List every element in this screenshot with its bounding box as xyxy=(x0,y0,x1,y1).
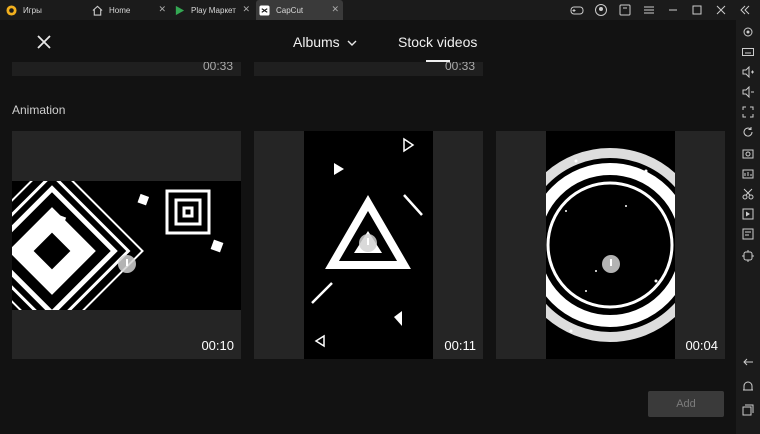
screenshot-icon[interactable] xyxy=(742,148,754,160)
account-icon[interactable] xyxy=(594,3,608,17)
download-icon[interactable] xyxy=(602,255,620,273)
recent-apps-icon[interactable] xyxy=(742,404,754,416)
home-nav-icon[interactable] xyxy=(742,380,754,392)
home-icon xyxy=(92,5,103,16)
scissors-icon[interactable] xyxy=(742,188,754,200)
video-duration: 00:33 xyxy=(444,62,475,73)
video-duration: 00:04 xyxy=(685,338,718,353)
tab-label: Home xyxy=(109,5,131,15)
back-icon[interactable] xyxy=(742,356,754,368)
close-tab-icon[interactable]: ✕ xyxy=(331,4,339,15)
section-title: Animation xyxy=(12,103,66,117)
volume-up-icon[interactable] xyxy=(742,66,754,78)
rotate-icon[interactable] xyxy=(742,126,754,138)
menu-icon[interactable] xyxy=(642,3,656,17)
close-window-icon[interactable] xyxy=(714,3,728,17)
video-thumbnail[interactable]: 00:10 xyxy=(12,131,241,359)
close-icon[interactable] xyxy=(34,32,54,52)
tab-stock-videos[interactable]: Stock videos xyxy=(398,34,477,50)
tab-label: Игры xyxy=(23,5,42,15)
tab-games[interactable]: Игры xyxy=(6,0,86,20)
play-store-icon xyxy=(175,5,185,15)
tab-play-store[interactable]: Play Маркет ✕ xyxy=(174,0,254,20)
albums-label: Albums xyxy=(293,34,340,50)
close-tab-icon[interactable]: ✕ xyxy=(158,4,166,15)
tab-label: Play Маркет xyxy=(191,5,236,15)
capcut-icon xyxy=(259,4,270,16)
tab-albums[interactable]: Albums xyxy=(293,34,357,50)
maximize-icon[interactable] xyxy=(690,3,704,17)
multi-instance-icon[interactable] xyxy=(742,228,754,240)
chevron-down-icon xyxy=(347,40,357,46)
video-preview xyxy=(546,131,675,359)
fullscreen-icon[interactable] xyxy=(742,106,754,118)
keyboard-icon[interactable] xyxy=(742,46,754,58)
macro-icon[interactable] xyxy=(742,168,754,180)
bluestacks-logo-icon xyxy=(6,4,17,16)
video-thumbnail[interactable]: 00:04 xyxy=(496,131,725,359)
add-button[interactable]: Add xyxy=(648,391,724,417)
video-duration: 00:10 xyxy=(201,338,234,353)
tab-label: CapCut xyxy=(276,5,304,15)
emulator-tab-bar: Игры Home ✕ Play Маркет ✕ CapCut ✕ xyxy=(0,0,760,20)
video-preview xyxy=(12,181,241,310)
download-icon[interactable] xyxy=(359,234,377,252)
video-duration: 00:11 xyxy=(444,338,476,353)
tab-capcut[interactable]: CapCut ✕ xyxy=(256,0,343,20)
video-thumbnail[interactable]: 00:11 xyxy=(254,131,483,359)
collapse-sidebar-icon[interactable] xyxy=(738,3,752,17)
video-thumbnail[interactable]: 00:33 xyxy=(254,62,483,76)
minimize-icon[interactable] xyxy=(666,3,680,17)
tab-home[interactable]: Home ✕ xyxy=(92,0,170,20)
emulator-sidebar xyxy=(736,20,760,434)
media-icon[interactable] xyxy=(742,208,754,220)
download-icon[interactable] xyxy=(118,255,136,273)
picker-header: Albums Stock videos xyxy=(0,20,736,62)
gamepad-icon[interactable] xyxy=(570,3,584,17)
volume-down-icon[interactable] xyxy=(742,86,754,98)
capcut-media-picker: Albums Stock videos 00:33 00:33 Animatio… xyxy=(0,20,736,434)
video-duration: 00:33 xyxy=(202,62,233,73)
close-tab-icon[interactable]: ✕ xyxy=(242,4,250,15)
notification-icon[interactable] xyxy=(618,3,632,17)
video-thumbnail[interactable]: 00:33 xyxy=(12,62,241,76)
eco-mode-icon[interactable] xyxy=(742,250,754,262)
settings-icon[interactable] xyxy=(742,26,754,38)
